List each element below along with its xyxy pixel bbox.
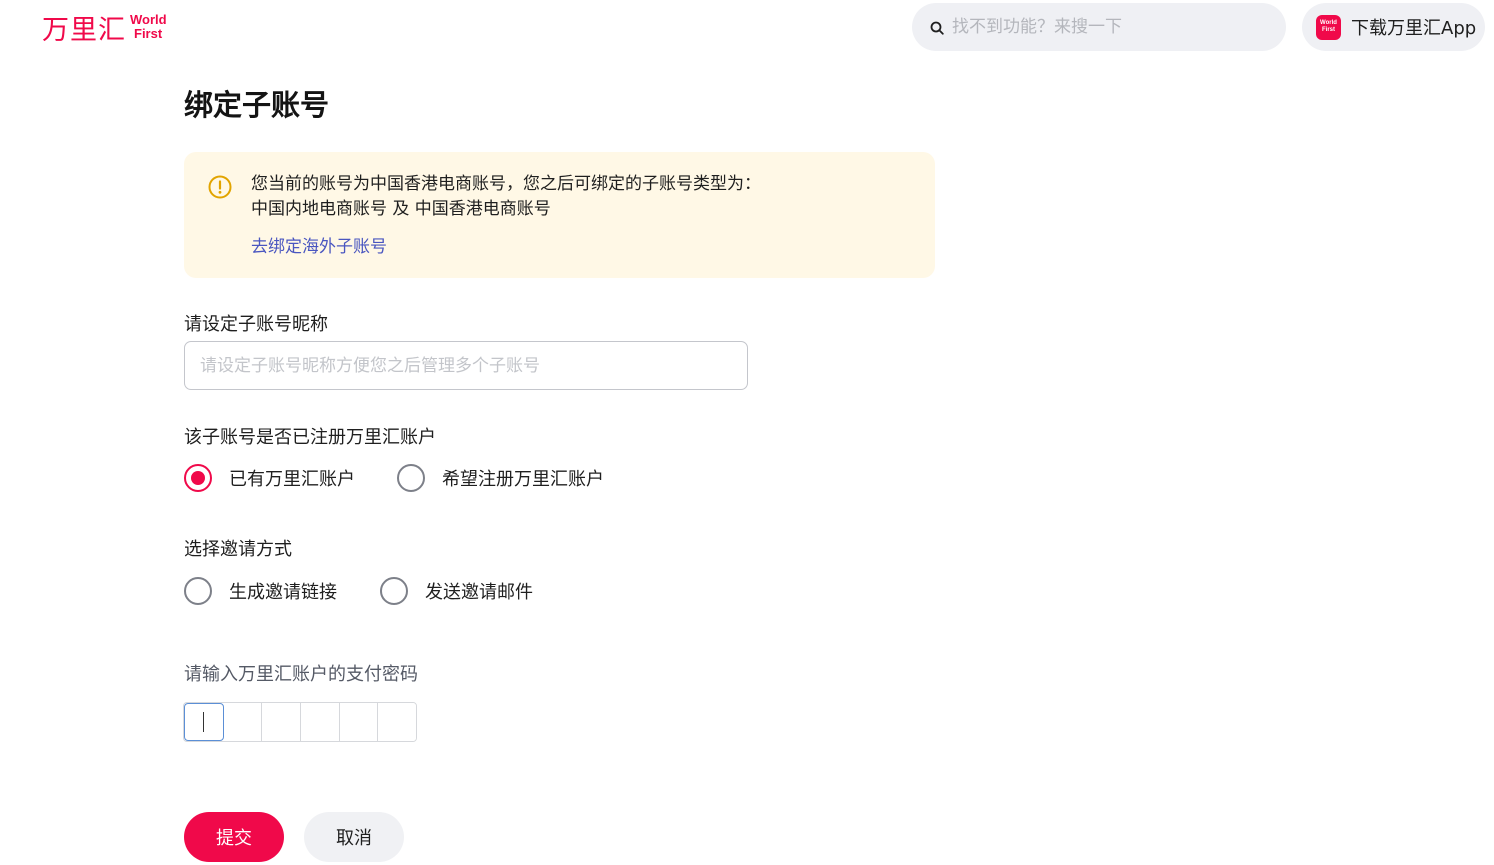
notice-line1: 您当前的账号为中国香港电商账号，您之后可绑定的子账号类型为： — [251, 174, 761, 194]
radio-circle-checked[interactable] — [184, 464, 212, 492]
cancel-button[interactable]: 取消 — [304, 812, 404, 862]
search-icon — [930, 20, 944, 35]
pin-digit-2[interactable] — [223, 703, 263, 741]
notice-banner: 您当前的账号为中国香港电商账号，您之后可绑定的子账号类型为： 中国内地电商账号 … — [184, 152, 935, 278]
radio-circle[interactable] — [184, 577, 212, 605]
app-icon: World First — [1316, 14, 1341, 40]
radio-register-account[interactable]: 希望注册万里汇账户 — [397, 464, 604, 492]
logo-en-line2: First — [134, 26, 163, 41]
radio-has-account-label: 已有万里汇账户 — [229, 469, 355, 490]
download-app-label: 下载万里汇App — [1351, 18, 1477, 39]
notice-line2: 中国内地电商账号 及 中国香港电商账号 — [251, 199, 551, 219]
radio-invite-link[interactable]: 生成邀请链接 — [184, 577, 337, 605]
pin-digit-3[interactable] — [262, 703, 302, 741]
pin-digit-4[interactable] — [301, 703, 340, 741]
download-app-button[interactable]: World First 下载万里汇App — [1302, 3, 1485, 51]
radio-invite-email[interactable]: 发送邀请邮件 — [380, 577, 533, 605]
radio-invite-link-label: 生成邀请链接 — [229, 582, 337, 603]
radio-circle[interactable] — [380, 577, 408, 605]
app-icon-line1: World — [1320, 20, 1337, 26]
password-pin-input[interactable] — [183, 702, 417, 742]
nickname-label: 请设定子账号昵称 — [184, 314, 328, 335]
submit-button[interactable]: 提交 — [184, 812, 284, 862]
warning-icon — [208, 175, 232, 199]
notice-text: 您当前的账号为中国香港电商账号，您之后可绑定的子账号类型为： 中国内地电商账号 … — [251, 172, 761, 222]
app-icon-line2: First — [1321, 27, 1335, 33]
page-title: 绑定子账号 — [184, 88, 330, 122]
logo-en-line1: World — [130, 12, 167, 27]
text-caret — [203, 712, 205, 732]
radio-circle[interactable] — [397, 464, 425, 492]
radio-has-account[interactable]: 已有万里汇账户 — [184, 464, 355, 492]
pin-digit-5[interactable] — [339, 703, 379, 741]
radio-invite-email-label: 发送邀请邮件 — [425, 582, 533, 603]
logo-en-text: World First — [130, 13, 167, 41]
radio-register-account-label: 希望注册万里汇账户 — [442, 469, 604, 490]
pin-digit-6[interactable] — [378, 703, 416, 741]
registered-label: 该子账号是否已注册万里汇账户 — [184, 427, 436, 448]
bind-overseas-link[interactable]: 去绑定海外子账号 — [251, 232, 387, 257]
search-input[interactable] — [952, 17, 1286, 37]
search-bar[interactable] — [912, 3, 1286, 51]
nickname-input[interactable] — [184, 341, 748, 390]
logo-cn-text: 万里汇 — [42, 14, 126, 46]
pin-digit-1[interactable] — [184, 703, 224, 741]
invite-method-label: 选择邀请方式 — [184, 539, 292, 560]
password-label: 请输入万里汇账户的支付密码 — [184, 664, 418, 685]
logo[interactable]: 万里汇 World First — [42, 10, 167, 46]
